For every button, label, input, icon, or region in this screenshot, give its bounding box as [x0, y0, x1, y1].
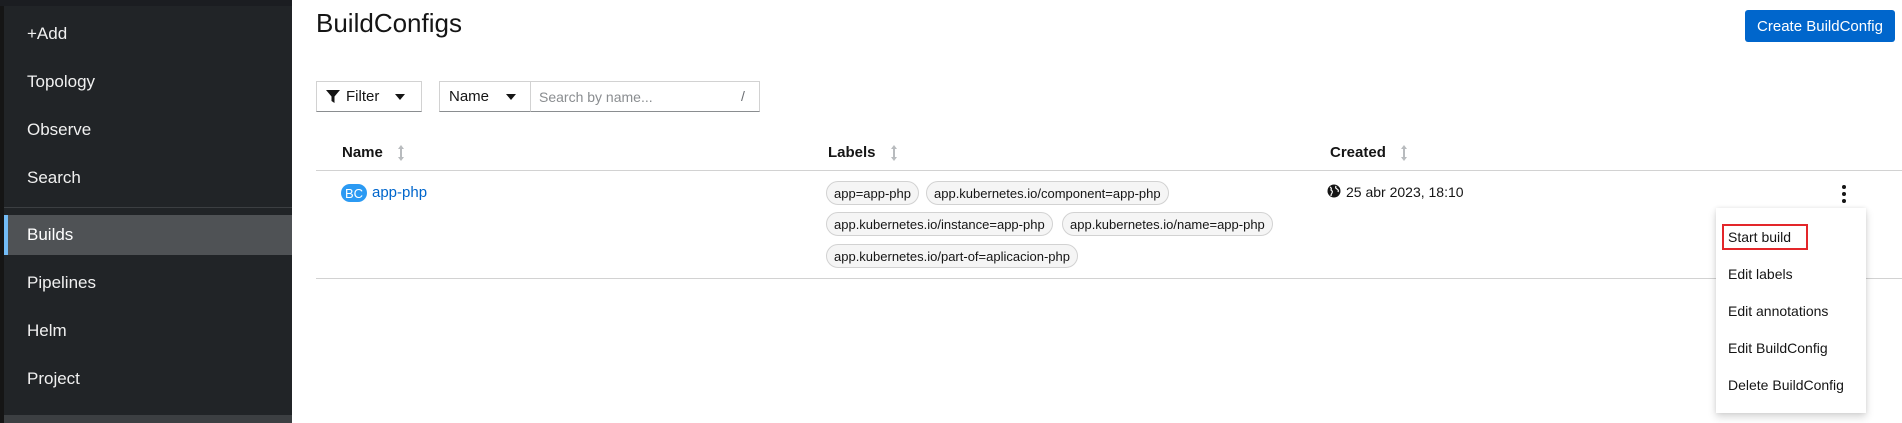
- column-header-label: Labels: [828, 144, 876, 161]
- sidebar-item-observe[interactable]: Observe: [4, 110, 292, 150]
- search-shortcut-hint: /: [741, 88, 745, 104]
- created-timestamp: 25 abr 2023, 18:10: [1346, 184, 1464, 200]
- sidebar-item-label: Topology: [27, 72, 96, 91]
- menu-item-edit-annotations[interactable]: Edit annotations: [1728, 303, 1828, 319]
- create-buildconfig-button[interactable]: Create BuildConfig: [1745, 10, 1895, 42]
- sidebar-item-builds[interactable]: Builds: [4, 215, 292, 255]
- table-row-divider: [316, 278, 1902, 279]
- filter-type-select[interactable]: Name: [439, 81, 531, 112]
- sidebar-item-label: Pipelines: [27, 273, 96, 292]
- sidebar-item-label: Search: [27, 168, 81, 187]
- label-chip[interactable]: app.kubernetes.io/part-of=aplicacion-php: [826, 244, 1078, 268]
- sidebar-item-project[interactable]: Project: [4, 359, 292, 399]
- sidebar-item-pipelines[interactable]: Pipelines: [4, 263, 292, 303]
- sidebar-item-label: Project: [27, 369, 80, 388]
- label-chip[interactable]: app.kubernetes.io/name=app-php: [1062, 212, 1273, 236]
- sidebar-item-search[interactable]: Search: [4, 158, 292, 198]
- column-header-labels[interactable]: Labels: [828, 144, 898, 161]
- kebab-menu-icon[interactable]: [1838, 184, 1850, 204]
- sidebar-divider: [4, 415, 292, 423]
- globe-icon: [1327, 184, 1341, 198]
- filter-label: Filter: [346, 88, 380, 105]
- filter-type-value: Name: [449, 88, 490, 105]
- column-header-label: Created: [1330, 144, 1386, 161]
- label-chip[interactable]: app.kubernetes.io/component=app-php: [926, 181, 1169, 205]
- filter-icon: [326, 89, 340, 103]
- column-header-created[interactable]: Created: [1330, 144, 1408, 161]
- sidebar-nav: +Add Topology Observe Search Builds Pipe…: [0, 0, 292, 423]
- search-input[interactable]: [531, 81, 760, 112]
- menu-item-edit-buildconfig[interactable]: Edit BuildConfig: [1728, 340, 1828, 356]
- filter-dropdown[interactable]: Filter: [316, 81, 422, 112]
- column-header-name[interactable]: Name: [342, 144, 405, 161]
- table-header-divider: [316, 170, 1902, 171]
- page-title: BuildConfigs: [316, 8, 462, 38]
- menu-item-delete-buildconfig[interactable]: Delete BuildConfig: [1728, 377, 1844, 393]
- highlight-outline: [1722, 224, 1808, 250]
- sidebar-item-label: +Add: [27, 24, 68, 43]
- sidebar-item-helm[interactable]: Helm: [4, 311, 292, 351]
- sidebar-divider: [4, 207, 292, 208]
- sidebar-item-add[interactable]: +Add: [4, 14, 292, 54]
- buildconfig-link[interactable]: app-php: [372, 184, 427, 201]
- label-chip[interactable]: app.kubernetes.io/instance=app-php: [826, 212, 1053, 236]
- label-chip[interactable]: app=app-php: [826, 181, 919, 205]
- caret-down-icon: [395, 94, 405, 100]
- sort-icon: [890, 144, 897, 161]
- sidebar-item-label: Observe: [27, 120, 92, 139]
- sort-icon: [1400, 144, 1407, 161]
- menu-item-edit-labels[interactable]: Edit labels: [1728, 266, 1793, 282]
- column-header-label: Name: [342, 144, 383, 161]
- sidebar-item-topology[interactable]: Topology: [4, 62, 292, 102]
- sidebar-item-label: Builds: [27, 225, 74, 244]
- resource-badge: BC: [341, 184, 367, 202]
- caret-down-icon: [506, 94, 516, 100]
- sort-icon: [397, 144, 404, 161]
- sidebar-item-label: Helm: [27, 321, 67, 340]
- sidebar-top-edge: [0, 0, 292, 6]
